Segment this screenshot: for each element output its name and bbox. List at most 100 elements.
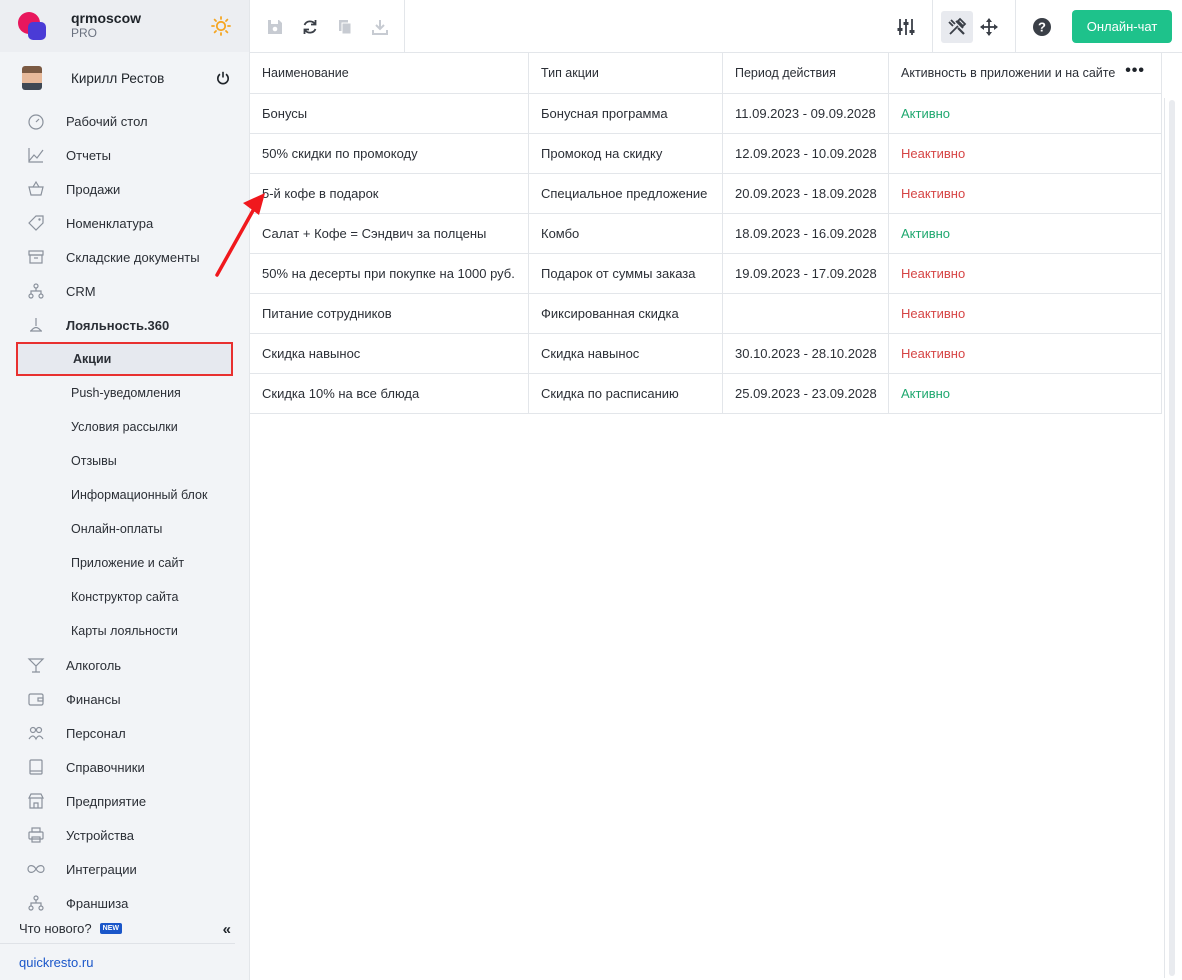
sidebar-subitem-site-builder[interactable]: Конструктор сайта — [0, 580, 249, 614]
sun-icon[interactable] — [211, 16, 231, 36]
table-row[interactable]: Бонусы Бонусная программа 11.09.2023 - 09.… — [250, 94, 1162, 134]
scroll-thumb[interactable] — [1169, 100, 1175, 976]
sidebar-subitem-label: Акции — [73, 352, 112, 366]
move-icon[interactable] — [973, 11, 1005, 43]
save-icon[interactable] — [266, 18, 284, 36]
table-row[interactable]: 50% на десерты при покупке на 1000 руб. П… — [250, 254, 1162, 294]
cell-status: Неактивно — [889, 134, 1162, 173]
sidebar-subitem-mailing[interactable]: Условия рассылки — [0, 410, 249, 444]
download-icon[interactable] — [371, 18, 389, 36]
help-icon[interactable]: ? — [1026, 11, 1058, 43]
sidebar-item-dashboard[interactable]: Рабочий стол — [0, 104, 249, 138]
tools-icon[interactable] — [941, 10, 973, 43]
column-header-activity[interactable]: Активность в приложении и на сайте ••• — [889, 53, 1162, 93]
sidebar-subitem-promotions[interactable]: Акции — [16, 342, 233, 376]
more-options-icon[interactable]: ••• — [1125, 63, 1145, 79]
cell-type: Скидка по расписанию — [529, 374, 723, 413]
table-row[interactable]: Скидка навынос Скидка навынос 30.10.2023 -… — [250, 334, 1162, 374]
refresh-icon[interactable] — [301, 18, 319, 36]
whats-new-label: Что нового? — [19, 921, 92, 936]
sidebar-subitem-label: Конструктор сайта — [71, 590, 179, 604]
sidebar-item-reports[interactable]: Отчеты — [0, 138, 249, 172]
copy-icon[interactable] — [336, 18, 354, 36]
sidebar-item-label: Справочники — [66, 759, 145, 775]
chart-icon — [27, 146, 45, 164]
cell-status: Неактивно — [889, 334, 1162, 373]
cell-status: Неактивно — [889, 254, 1162, 293]
new-badge: NEW — [99, 923, 122, 934]
sidebar-item-label: Финансы — [66, 691, 121, 707]
cell-name: Питание сотрудников — [250, 294, 529, 333]
archive-icon — [27, 248, 45, 266]
brand-name: qrmoscow — [71, 10, 142, 26]
sidebar-subitem-online-payments[interactable]: Онлайн-оплаты — [0, 512, 249, 546]
column-header-type[interactable]: Тип акции — [529, 53, 723, 93]
cell-status: Активно — [889, 214, 1162, 253]
infinity-icon — [27, 860, 45, 878]
online-chat-button[interactable]: Онлайн-чат — [1072, 10, 1172, 43]
sidebar-item-label: Отчеты — [66, 147, 111, 163]
sidebar-item-loyalty[interactable]: Лояльность.360 — [0, 308, 249, 342]
sidebar-subitem-app-site[interactable]: Приложение и сайт — [0, 546, 249, 580]
cell-name: Скидка 10% на все блюда — [250, 374, 529, 413]
sidebar-item-devices[interactable]: Устройства — [0, 818, 249, 852]
sidebar-item-finance[interactable]: Финансы — [0, 682, 249, 716]
sidebar-subitem-label: Условия рассылки — [71, 420, 178, 434]
sidebar-item-label: Франшиза — [66, 895, 129, 911]
user-name: Кирилл Рестов — [71, 70, 165, 86]
printer-icon — [27, 826, 45, 844]
toolbar-separator — [1015, 0, 1016, 53]
collapse-sidebar-icon[interactable]: « — [223, 921, 231, 938]
sidebar-item-enterprise[interactable]: Предприятие — [0, 784, 249, 818]
sidebar-item-label: Складские документы — [66, 249, 200, 265]
sidebar-item-directories[interactable]: Справочники — [0, 750, 249, 784]
table-row[interactable]: 50% скидки по промокоду Промокод на скидк… — [250, 134, 1162, 174]
avatar — [22, 66, 42, 90]
cell-period: 11.09.2023 - 09.09.2028 — [723, 94, 889, 133]
sidebar-subitem-loyalty-cards[interactable]: Карты лояльности — [0, 614, 249, 648]
sidebar-item-label: Предприятие — [66, 793, 147, 809]
sidebar-item-label: Алкоголь — [66, 657, 122, 673]
sidebar-subitem-infoblock[interactable]: Информационный блок — [0, 478, 249, 512]
sidebar-subitem-push[interactable]: Push-уведомления — [0, 376, 249, 410]
cell-name: Скидка навынос — [250, 334, 529, 373]
tag-icon — [27, 214, 45, 232]
power-icon[interactable] — [216, 71, 230, 85]
book-icon — [27, 758, 45, 776]
filter-sliders-icon[interactable] — [890, 11, 922, 43]
sidebar-subitem-label: Информационный блок — [71, 488, 208, 502]
table-row[interactable]: 5-й кофе в подарок Специальное предложени… — [250, 174, 1162, 214]
sidebar-footer: Что нового? NEW « quickresto.ru — [0, 914, 249, 980]
table-row[interactable]: Питание сотрудников Фиксированная скидка Н… — [250, 294, 1162, 334]
table-row[interactable]: Салат + Кофе = Сэндвич за полцены Комбо 18… — [250, 214, 1162, 254]
cell-type: Комбо — [529, 214, 723, 253]
hierarchy-icon — [27, 282, 45, 300]
cell-type: Специальное предложение — [529, 174, 723, 213]
sidebar-item-label: Рабочий стол — [66, 113, 148, 129]
svg-text:?: ? — [1038, 19, 1046, 34]
sidebar-item-alcohol[interactable]: Алкоголь — [0, 648, 249, 682]
sidebar-item-staff[interactable]: Персонал — [0, 716, 249, 750]
cell-type: Подарок от суммы заказа — [529, 254, 723, 293]
sidebar-subitem-reviews[interactable]: Отзывы — [0, 444, 249, 478]
cell-period: 20.09.2023 - 18.09.2028 — [723, 174, 889, 213]
user-profile[interactable]: Кирилл Рестов — [0, 52, 249, 104]
basket-icon — [27, 180, 45, 198]
sidebar-subitem-label: Push-уведомления — [71, 386, 181, 400]
sidebar-subitem-label: Онлайн-оплаты — [71, 522, 163, 536]
cell-period: 19.09.2023 - 17.09.2028 — [723, 254, 889, 293]
cell-period: 18.09.2023 - 16.09.2028 — [723, 214, 889, 253]
table-row[interactable]: Скидка 10% на все блюда Скидка по расписа… — [250, 374, 1162, 414]
column-header-name[interactable]: Наименование — [250, 53, 529, 93]
scrollbar[interactable] — [1164, 98, 1178, 978]
brand-logo[interactable] — [18, 12, 46, 40]
whats-new[interactable]: Что нового? NEW « — [0, 914, 235, 944]
cell-period — [723, 294, 889, 333]
column-header-period[interactable]: Период действия — [723, 53, 889, 93]
cell-status: Активно — [889, 374, 1162, 413]
site-link[interactable]: quickresto.ru — [0, 944, 249, 980]
cell-status: Активно — [889, 94, 1162, 133]
sidebar-item-label: Персонал — [66, 725, 126, 741]
sidebar-item-integrations[interactable]: Интеграции — [0, 852, 249, 886]
cell-name: Бонусы — [250, 94, 529, 133]
